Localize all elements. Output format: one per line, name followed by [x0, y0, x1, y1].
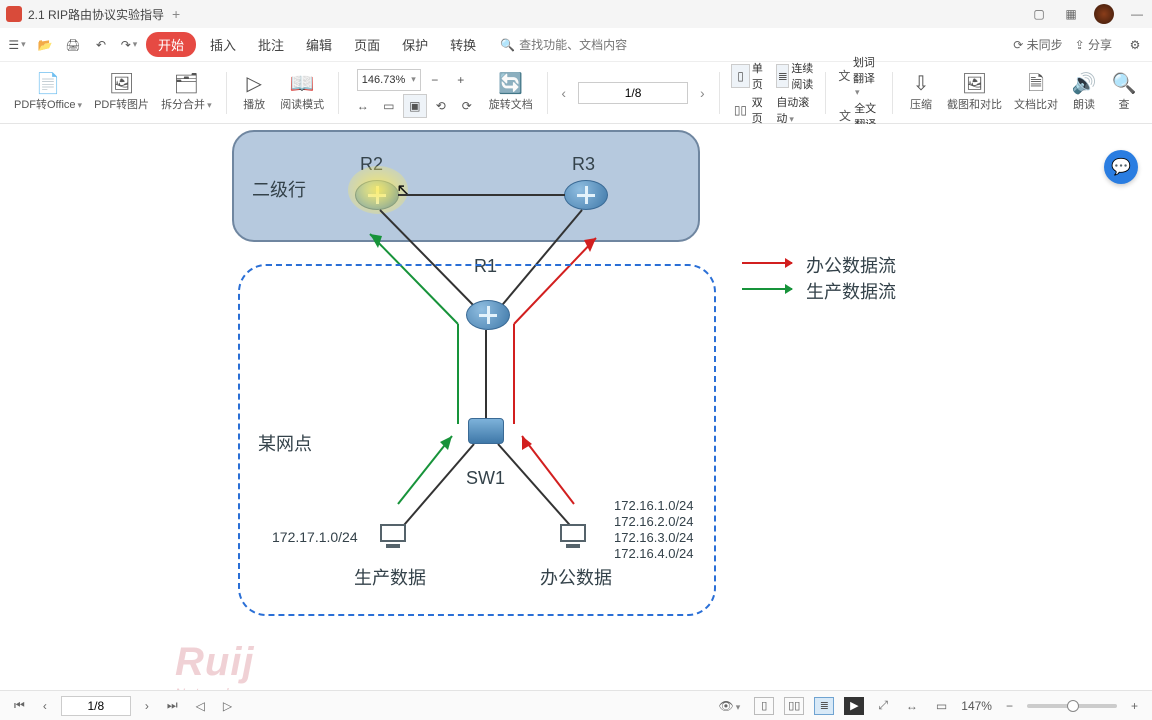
rotate-ccw-icon[interactable]: ⟲ [429, 94, 453, 118]
menu-annotate[interactable]: 批注 [250, 32, 292, 57]
highlight-glow [348, 166, 408, 214]
presentation-icon[interactable]: ▶ [844, 697, 864, 715]
word-translate-icon[interactable]: 文 [838, 64, 851, 88]
zoom-value: 147% [961, 699, 992, 713]
rotate-doc-button[interactable]: 🔄旋转文档 [483, 72, 539, 114]
pc-prod-icon [380, 524, 406, 550]
single-page-label[interactable]: 单页 [752, 60, 769, 92]
first-page-button[interactable]: ⏮ [10, 698, 29, 713]
pdf-to-office-button[interactable]: 📄PDF转Office▾ [8, 72, 88, 114]
open-icon[interactable]: 📂 [34, 34, 56, 56]
view-cont-icon[interactable]: ≣ [814, 697, 834, 715]
status-bar: ⏮ ‹ › ⏭ ◁ ▷ 👁▾ ▯ ▯▯ ≣ ▶ ⤢ ↔ ▭ 147% − + [0, 690, 1152, 720]
eye-icon[interactable]: 👁▾ [715, 699, 745, 713]
menu-page[interactable]: 页面 [346, 32, 388, 57]
share-button[interactable]: ⇪ 分享 [1075, 36, 1112, 53]
office-data-label: 办公数据 [540, 564, 612, 590]
assistant-fab[interactable]: 💬 [1104, 150, 1138, 184]
title-bar: 2.1 RIP路由协议实验指导 + ▢ ▦ — [0, 0, 1152, 28]
menu-bar: ☰▾ 📂 🖨 ↶ ↷▾ 开始 插入 批注 编辑 页面 保护 转换 🔍 ⟳ 未同步… [0, 28, 1152, 62]
read-mode-button[interactable]: 📖阅读模式 [274, 72, 330, 114]
status-page-input[interactable] [61, 696, 131, 716]
sync-status[interactable]: ⟳ 未同步 [1013, 36, 1062, 53]
find-button[interactable]: 🔍查 [1104, 72, 1144, 114]
zoom-slider[interactable] [1027, 704, 1117, 708]
menu-convert[interactable]: 转换 [442, 32, 484, 57]
switch-sw1-label: SW1 [466, 468, 505, 489]
fit-icon[interactable]: ⤢ [874, 698, 892, 713]
menu-icon[interactable]: ☰▾ [6, 34, 28, 56]
office-nets: 172.16.1.0/24 172.16.2.0/24 172.16.3.0/2… [614, 498, 694, 562]
redo-icon[interactable]: ↷▾ [118, 34, 140, 56]
nudge-right-icon[interactable]: ▷ [219, 699, 236, 713]
double-page-label[interactable]: 双页 [752, 94, 769, 126]
fit-width-icon[interactable]: ↔ [351, 94, 375, 118]
single-page-icon[interactable]: ▯ [731, 64, 750, 88]
pdf-to-image-button[interactable]: 🖼PDF转图片 [88, 72, 155, 114]
zoom-level[interactable]: 146.73%▾ [357, 69, 421, 91]
menu-start[interactable]: 开始 [146, 32, 196, 57]
zoom-in-icon[interactable]: + [449, 68, 473, 92]
crop-status-icon[interactable]: ▭ [932, 699, 951, 713]
app-icon [6, 6, 22, 22]
word-translate-label[interactable]: 划词翻译▾ [853, 54, 880, 98]
switch-sw1-icon [468, 418, 504, 444]
compress-button[interactable]: ⇩压缩 [901, 72, 941, 114]
next-page-button[interactable]: › [694, 85, 711, 101]
select-area-icon[interactable]: ▣ [403, 94, 427, 118]
legend-office-label: 办公数据流 [806, 252, 896, 278]
prev-page-status[interactable]: ‹ [39, 699, 51, 713]
doc-compare-button[interactable]: 🗎文档比对 [1008, 72, 1064, 114]
search-box[interactable]: 🔍 [500, 38, 659, 52]
legend-office-arrow [742, 262, 792, 264]
zoom-out-status[interactable]: − [1002, 699, 1017, 713]
nudge-left-icon[interactable]: ◁ [192, 699, 209, 713]
read-aloud-button[interactable]: 🔊朗读 [1064, 72, 1104, 114]
document-canvas[interactable]: 二级行 R2 R3 ↖ [0, 124, 1152, 690]
pc-office-icon [560, 524, 586, 550]
router-r3-icon [564, 180, 608, 210]
menu-protect[interactable]: 保护 [394, 32, 436, 57]
prev-page-button[interactable]: ‹ [555, 85, 572, 101]
double-page-icon[interactable]: ▯▯ [731, 98, 749, 122]
auto-scroll-label[interactable]: 自动滚动▾ [776, 94, 813, 126]
settings-icon[interactable]: ⚙ [1124, 34, 1146, 56]
page-number-input[interactable] [578, 82, 688, 104]
prod-net-label: 172.17.1.0/24 [272, 529, 358, 545]
crop-icon[interactable]: ▭ [377, 94, 401, 118]
split-merge-button[interactable]: 🗂拆分合并▾ [155, 72, 218, 114]
search-input[interactable] [519, 38, 659, 52]
menu-insert[interactable]: 插入 [202, 32, 244, 57]
watermark: Ruij Networks [175, 640, 255, 690]
screenshot-compare-button[interactable]: 🖼截图和对比 [941, 72, 1008, 114]
continuous-icon[interactable]: ≣ [776, 64, 789, 88]
avatar[interactable] [1094, 4, 1114, 24]
new-tab-button[interactable]: + [172, 6, 180, 22]
zoom-out-icon[interactable]: − [423, 68, 447, 92]
minimize-icon[interactable]: — [1128, 5, 1146, 23]
zone-top-label: 二级行 [252, 176, 306, 202]
legend-prod-arrow [742, 288, 792, 290]
continuous-label[interactable]: 连续阅读 [791, 60, 813, 92]
view-double-icon[interactable]: ▯▯ [784, 697, 804, 715]
grid-icon[interactable]: ▦ [1062, 5, 1080, 23]
play-button[interactable]: ▷播放 [234, 72, 274, 114]
last-page-button[interactable]: ⏭ [163, 698, 182, 713]
next-page-status[interactable]: › [141, 699, 153, 713]
print-icon[interactable]: 🖨 [62, 34, 84, 56]
undo-icon[interactable]: ↶ [90, 34, 112, 56]
zoom-in-status[interactable]: + [1127, 699, 1142, 713]
zone-site-label: 某网点 [258, 430, 312, 456]
rotate-cw-icon[interactable]: ⟳ [455, 94, 479, 118]
fit-width-status-icon[interactable]: ↔ [902, 699, 922, 713]
legend-prod-label: 生产数据流 [806, 278, 896, 304]
document-tab[interactable]: 2.1 RIP路由协议实验指导 [28, 6, 164, 23]
search-icon: 🔍 [500, 38, 515, 52]
router-r3-label: R3 [572, 154, 595, 175]
view-single-icon[interactable]: ▯ [754, 697, 774, 715]
layout-1-icon[interactable]: ▢ [1030, 5, 1048, 23]
menu-edit[interactable]: 编辑 [298, 32, 340, 57]
prod-data-label: 生产数据 [354, 564, 426, 590]
ribbon: 📄PDF转Office▾ 🖼PDF转图片 🗂拆分合并▾ ▷播放 📖阅读模式 14… [0, 62, 1152, 124]
